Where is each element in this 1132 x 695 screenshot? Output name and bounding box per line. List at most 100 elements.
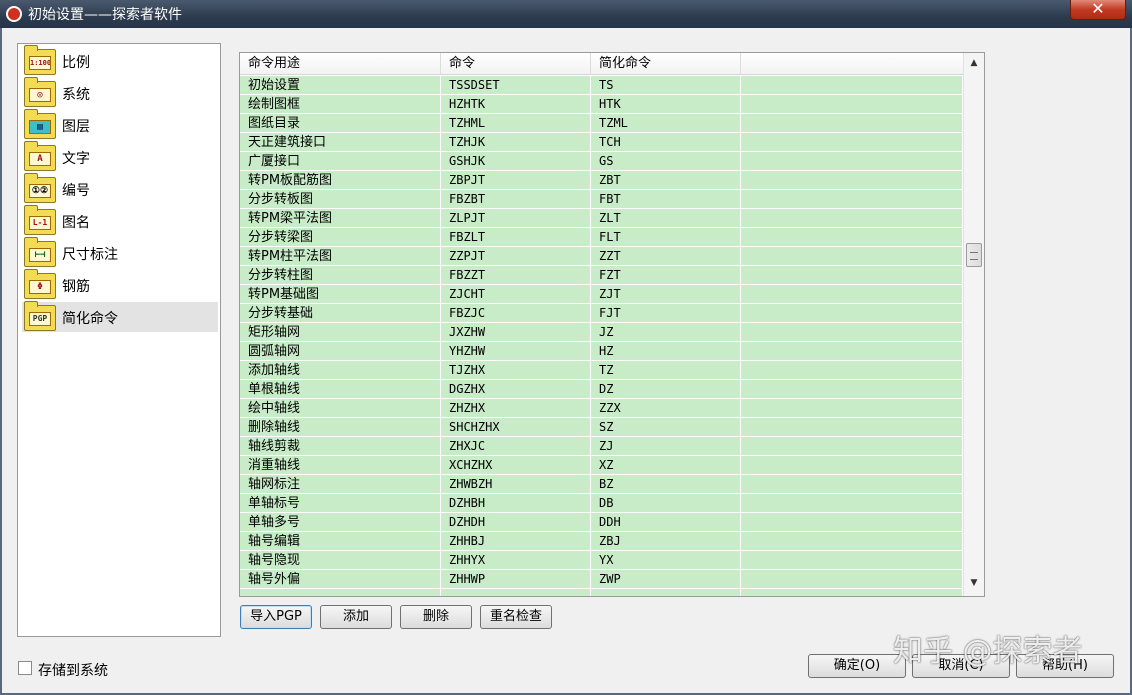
cell-purpose[interactable]: 消重轴线 [240,456,441,475]
cell-shortcut[interactable]: ZLT [591,209,741,228]
cell-purpose[interactable]: 轴线剪裁 [240,437,441,456]
cell-purpose[interactable]: 轴号隐现 [240,551,441,570]
cell-command[interactable]: DZHDH [441,513,591,532]
table-row[interactable]: 转PM板配筋图 ZBPJT ZBT [240,171,963,190]
cell-purpose[interactable] [240,589,441,596]
table-row[interactable]: 初始设置 TSSDSET TS [240,76,963,95]
close-button[interactable]: ✕ [1070,0,1126,20]
cell-command[interactable]: ZHHWP [441,570,591,589]
cell-shortcut[interactable]: HZ [591,342,741,361]
table-row[interactable]: 转PM柱平法图 ZZPJT ZZT [240,247,963,266]
table-row[interactable]: 图纸目录 TZHML TZML [240,114,963,133]
delete-button[interactable]: 删除 [400,605,472,629]
cell-purpose[interactable]: 天正建筑接口 [240,133,441,152]
cell-shortcut[interactable]: FBT [591,190,741,209]
save-to-system-checkbox[interactable] [18,661,32,675]
cell-shortcut[interactable]: FJT [591,304,741,323]
cell-shortcut[interactable]: DZ [591,380,741,399]
cell-purpose[interactable]: 轴号外偏 [240,570,441,589]
table-row[interactable]: 删除轴线 SHCHZHX SZ [240,418,963,437]
table-row[interactable]: 广厦接口 GSHJK GS [240,152,963,171]
table-row[interactable]: 天正建筑接口 TZHJK TCH [240,133,963,152]
table-row[interactable]: 转PM梁平法图 ZLPJT ZLT [240,209,963,228]
cell-command[interactable]: GSHJK [441,152,591,171]
table-row[interactable]: 单根轴线 DGZHX DZ [240,380,963,399]
cell-command[interactable]: ZHZHX [441,399,591,418]
table-row[interactable]: 轴号编辑 ZHHBJ ZBJ [240,532,963,551]
cell-purpose[interactable]: 转PM板配筋图 [240,171,441,190]
cell-purpose[interactable]: 添加轴线 [240,361,441,380]
cell-command[interactable]: ZHWBZH [441,475,591,494]
cell-shortcut[interactable]: ZZX [591,399,741,418]
column-header-shortcut[interactable]: 简化命令 [591,53,741,75]
cell-shortcut[interactable]: ZJ [591,437,741,456]
table-row[interactable] [240,589,963,596]
cell-shortcut[interactable]: ZZT [591,247,741,266]
cell-shortcut[interactable]: HTK [591,95,741,114]
table-row[interactable]: 圆弧轴网 YHZHW HZ [240,342,963,361]
cell-command[interactable]: ZHHBJ [441,532,591,551]
app-icon[interactable] [6,6,22,22]
cell-command[interactable]: XCHZHX [441,456,591,475]
cell-command[interactable]: FBZLT [441,228,591,247]
cell-purpose[interactable]: 轴号编辑 [240,532,441,551]
category-item-system[interactable]: ◎ 系统 [22,77,218,108]
table-row[interactable]: 分步转板图 FBZBT FBT [240,190,963,209]
cell-command[interactable]: TZHJK [441,133,591,152]
cell-purpose[interactable]: 转PM梁平法图 [240,209,441,228]
save-to-system-label[interactable]: 存储到系统 [38,660,108,680]
cell-purpose[interactable]: 转PM基础图 [240,285,441,304]
cell-purpose[interactable]: 分步转柱图 [240,266,441,285]
cell-command[interactable]: HZHTK [441,95,591,114]
ok-button[interactable]: 确定(O) [808,654,906,678]
cell-shortcut[interactable]: FZT [591,266,741,285]
cell-purpose[interactable]: 轴网标注 [240,475,441,494]
cell-command[interactable]: ZHHYX [441,551,591,570]
category-item-drawing-name[interactable]: L-1 图名 [22,205,218,236]
cell-shortcut[interactable] [591,589,741,596]
cell-command[interactable]: TSSDSET [441,76,591,95]
cell-purpose[interactable]: 分步转基础 [240,304,441,323]
column-header-command[interactable]: 命令 [441,53,591,75]
table-row[interactable]: 转PM基础图 ZJCHT ZJT [240,285,963,304]
column-header-purpose[interactable]: 命令用途 [240,53,441,75]
cell-command[interactable]: ZHXJC [441,437,591,456]
cell-shortcut[interactable]: DDH [591,513,741,532]
cell-command[interactable]: TZHML [441,114,591,133]
cell-purpose[interactable]: 绘中轴线 [240,399,441,418]
table-row[interactable]: 分步转梁图 FBZLT FLT [240,228,963,247]
cell-command[interactable]: ZJCHT [441,285,591,304]
cancel-button[interactable]: 取消(C) [912,654,1010,678]
cell-purpose[interactable]: 转PM柱平法图 [240,247,441,266]
cell-command[interactable]: JXZHW [441,323,591,342]
cell-shortcut[interactable]: SZ [591,418,741,437]
cell-command[interactable]: FBZZT [441,266,591,285]
cell-command[interactable]: ZZPJT [441,247,591,266]
cell-shortcut[interactable]: JZ [591,323,741,342]
scroll-thumb[interactable] [966,243,982,267]
cell-command[interactable] [441,589,591,596]
table-row[interactable]: 单轴标号 DZHBH DB [240,494,963,513]
table-row[interactable]: 单轴多号 DZHDH DDH [240,513,963,532]
table-row[interactable]: 分步转基础 FBZJC FJT [240,304,963,323]
rename-check-button[interactable]: 重名检查 [480,605,552,629]
cell-shortcut[interactable]: ZJT [591,285,741,304]
cell-purpose[interactable]: 分步转板图 [240,190,441,209]
cell-shortcut[interactable]: ZWP [591,570,741,589]
category-item-shortcut-commands[interactable]: PGP 简化命令 [22,301,218,332]
cell-shortcut[interactable]: GS [591,152,741,171]
cell-purpose[interactable]: 圆弧轴网 [240,342,441,361]
table-row[interactable]: 消重轴线 XCHZHX XZ [240,456,963,475]
category-item-scale[interactable]: 1:100 比例 [22,45,218,76]
cell-purpose[interactable]: 图纸目录 [240,114,441,133]
category-item-numbering[interactable]: ①② 编号 [22,173,218,204]
cell-command[interactable]: FBZBT [441,190,591,209]
cell-purpose[interactable]: 分步转梁图 [240,228,441,247]
import-pgp-button[interactable]: 导入PGP [240,605,312,629]
cell-purpose[interactable]: 单轴标号 [240,494,441,513]
cell-shortcut[interactable]: ZBT [591,171,741,190]
category-item-text[interactable]: A 文字 [22,141,218,172]
cell-command[interactable]: YHZHW [441,342,591,361]
cell-shortcut[interactable]: FLT [591,228,741,247]
table-row[interactable]: 轴网标注 ZHWBZH BZ [240,475,963,494]
